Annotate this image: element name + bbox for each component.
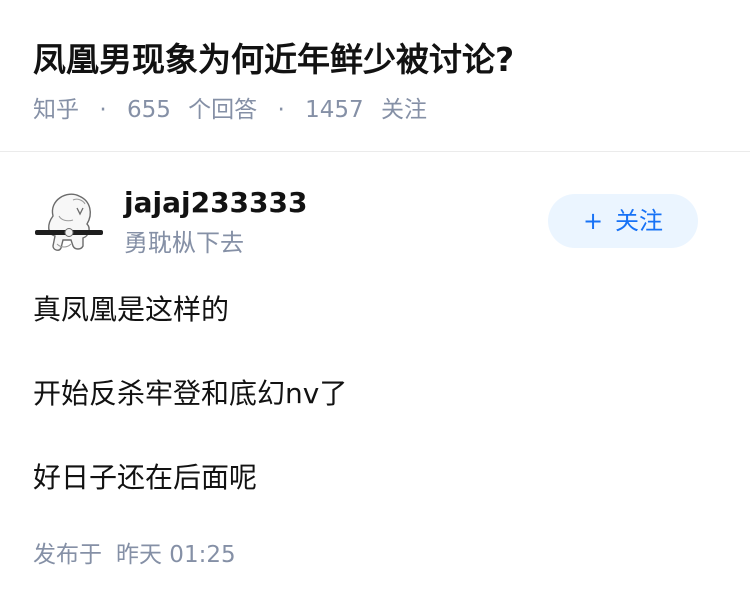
question-meta: 知乎 · 655 个回答 · 1457 关注 <box>33 94 427 126</box>
avatar[interactable] <box>33 186 105 258</box>
meta-separator: · <box>277 97 285 123</box>
answer-paragraph: 开始反杀牢登和底幻nv了 <box>33 377 348 410</box>
publish-timestamp: 昨天 01:25 <box>116 542 236 568</box>
answer-paragraph: 好日子还在后面呢 <box>33 461 258 494</box>
followers-label: 关注 <box>380 97 427 123</box>
answers-label: 个回答 <box>188 97 258 123</box>
answer-paragraph: 真凤凰是这样的 <box>33 293 230 326</box>
answers-count: 655 <box>126 97 171 123</box>
follow-label: 关注 <box>615 207 664 235</box>
question-title[interactable]: 凤凰男现象为何近年鲜少被讨论? <box>33 37 514 83</box>
meta-separator: · <box>99 97 107 123</box>
author-info: jajaj233333 勇耽枞下去 + 关注 <box>0 178 750 268</box>
question-header: 凤凰男现象为何近年鲜少被讨论? 知乎 · 655 个回答 · 1457 关注 <box>0 0 750 152</box>
publish-time: 发布于 昨天 01:25 <box>33 538 236 572</box>
plus-icon: + <box>582 207 604 235</box>
author-bio: 勇耽枞下去 <box>124 229 244 257</box>
answer-content: 真凤凰是这样的 开始反杀牢登和底幻nv了 好日子还在后面呢 <box>33 288 717 500</box>
answer-page: 凤凰男现象为何近年鲜少被讨论? 知乎 · 655 个回答 · 1457 关注 j… <box>0 0 750 606</box>
author-name[interactable]: jajaj233333 <box>124 184 307 222</box>
follow-button[interactable]: + 关注 <box>548 194 698 248</box>
followers-count: 1457 <box>305 97 364 123</box>
publish-label: 发布于 <box>33 542 102 568</box>
source-label[interactable]: 知乎 <box>33 94 79 126</box>
cartoon-avatar-icon <box>33 186 105 258</box>
